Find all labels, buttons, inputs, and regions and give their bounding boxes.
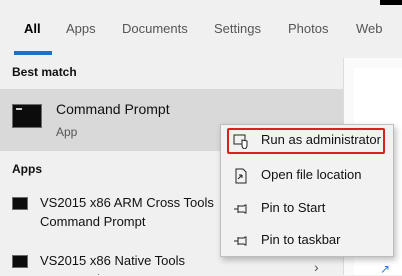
menu-label: Pin to taskbar (261, 232, 341, 247)
context-menu: Run as administrator Open file location … (220, 124, 394, 257)
open-preview-icon[interactable]: ↗ (380, 262, 390, 276)
app-result-arm-cross-tools[interactable]: VS2015 x86 ARM Cross Tools Command Promp… (40, 193, 230, 233)
best-match-subtitle: App (56, 125, 78, 139)
menu-label: Pin to Start (261, 200, 326, 215)
tab-documents[interactable]: Documents (122, 21, 188, 36)
menu-label: Open file location (261, 167, 362, 182)
app-result-native-tools[interactable]: VS2015 x86 Native Tools Command Prompt (40, 251, 230, 275)
tab-all[interactable]: All (24, 21, 41, 36)
tab-photos[interactable]: Photos (288, 21, 328, 36)
best-match-title: Command Prompt (56, 101, 170, 117)
search-tabs-bar: All Apps Documents Settings Photos Web (0, 0, 402, 58)
terminal-icon (12, 255, 28, 268)
best-match-heading: Best match (12, 65, 77, 79)
apps-heading: Apps (12, 162, 42, 176)
tab-apps[interactable]: Apps (66, 21, 96, 36)
pin-icon (233, 201, 249, 217)
menu-item-pin-to-taskbar[interactable]: Pin to taskbar (221, 225, 393, 255)
file-icon (233, 168, 249, 184)
tab-settings[interactable]: Settings (214, 21, 261, 36)
tab-web[interactable]: Web (356, 21, 383, 36)
window-edge (380, 0, 402, 5)
pin-icon (233, 233, 249, 249)
shield-icon (233, 133, 249, 150)
active-tab-indicator (14, 51, 52, 55)
menu-item-open-file-location[interactable]: Open file location (221, 160, 393, 190)
terminal-icon (12, 197, 28, 210)
command-prompt-icon (12, 104, 42, 128)
chevron-right-icon[interactable]: › (314, 259, 319, 275)
menu-item-pin-to-start[interactable]: Pin to Start (221, 193, 393, 223)
menu-item-run-as-administrator[interactable]: Run as administrator (221, 125, 393, 155)
menu-label: Run as administrator (261, 132, 381, 147)
